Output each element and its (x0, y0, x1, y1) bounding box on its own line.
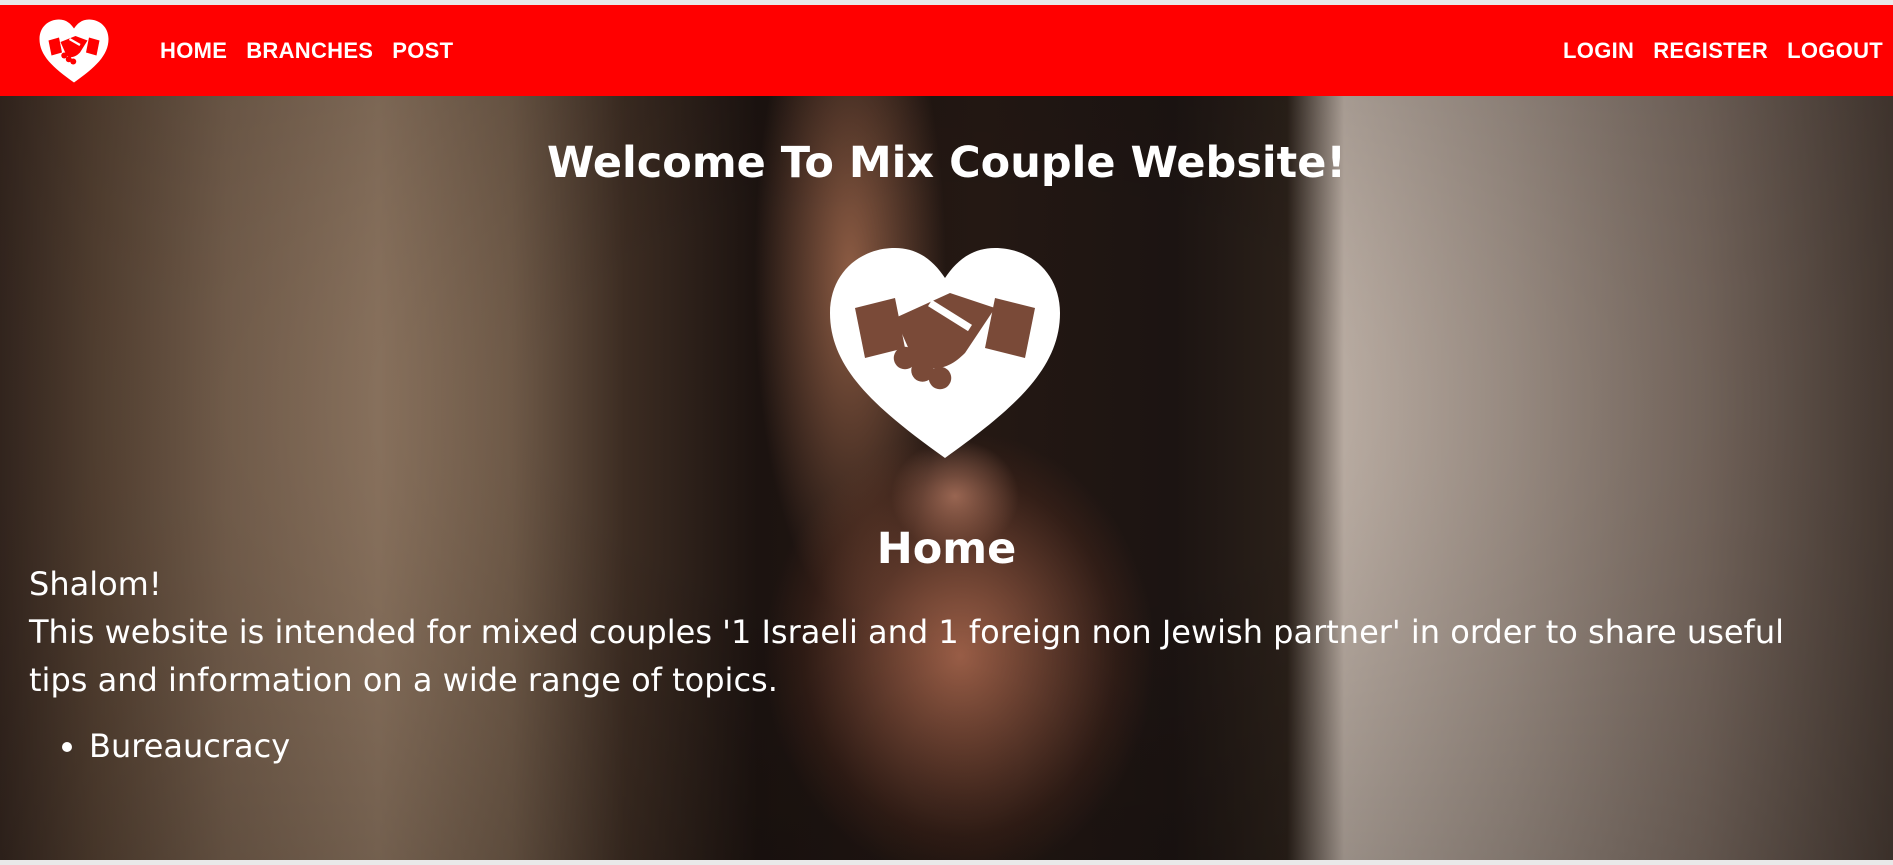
intro-content: Shalom! This website is intended for mix… (29, 560, 1849, 770)
nav-link-login[interactable]: LOGIN (1563, 38, 1634, 64)
topic-list: Bureaucracy (29, 722, 1849, 770)
nav-main-links: HOME BRANCHES POST (160, 5, 472, 96)
nav-auth-links: LOGIN REGISTER LOGOUT (1544, 5, 1893, 96)
heart-handshake-icon[interactable] (36, 18, 112, 84)
navbar: HOME BRANCHES POST LOGIN REGISTER LOGOUT (0, 5, 1893, 96)
nav-link-register[interactable]: REGISTER (1653, 38, 1768, 64)
browser-bottom-edge (0, 860, 1893, 865)
nav-link-logout[interactable]: LOGOUT (1787, 38, 1883, 64)
nav-link-branches[interactable]: BRANCHES (246, 38, 373, 64)
intro-text: This website is intended for mixed coupl… (29, 613, 1784, 699)
nav-link-home[interactable]: HOME (160, 38, 227, 64)
page-title: Welcome To Mix Couple Website! (546, 138, 1346, 188)
heart-handshake-icon (830, 248, 1060, 458)
greeting-text: Shalom! (29, 565, 162, 603)
list-item: Bureaucracy (89, 722, 1849, 770)
nav-link-post[interactable]: POST (392, 38, 453, 64)
